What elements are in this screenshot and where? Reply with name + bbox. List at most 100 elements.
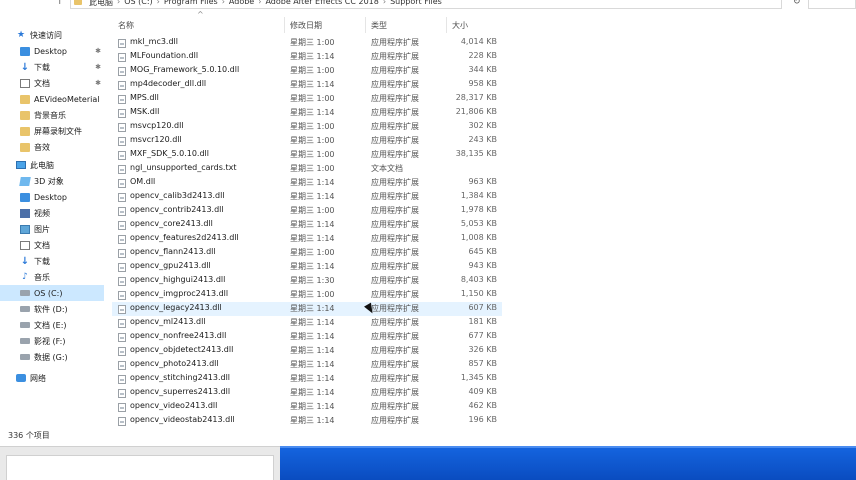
file-date: 星期三 1:00 [290,164,335,173]
column-divider[interactable] [365,17,366,33]
file-type: 文本文档 [371,164,403,173]
file-size: 677 KB [468,331,497,340]
column-type-header[interactable]: 类型 [371,20,387,31]
nav-item-pc[interactable]: 视频 [0,205,104,221]
column-divider[interactable] [284,17,285,33]
breadcrumb-item[interactable]: OS (C:) [124,0,152,8]
nav-item-quick[interactable]: AEVideoMeterial [0,91,104,107]
file-row[interactable]: opencv_objdetect2413.dll 星期三 1:14 应用程序扩展 32… [112,344,502,358]
nav-quick-access[interactable]: ★ 快速访问 [0,27,104,43]
file-row[interactable]: opencv_imgproc2413.dll 星期三 1:00 应用程序扩展 1,15… [112,288,502,302]
3d-objects-icon [19,176,31,186]
nav-item-pc[interactable]: 文档 (E:) [0,317,104,333]
up-arrow-icon[interactable]: ↑ [56,0,64,7]
pictures-icon [20,224,30,234]
nav-item-pc[interactable]: ♪ 音乐 [0,269,104,285]
nav-item-pc[interactable]: 图片 [0,221,104,237]
nav-item-pc[interactable]: OS (C:) [0,285,104,301]
breadcrumb-item[interactable]: Adobe [229,0,254,8]
file-row[interactable]: opencv_video2413.dll 星期三 1:14 应用程序扩展 462 KB [112,400,502,414]
dll-file-icon [118,207,126,216]
nav-item-quick[interactable]: 背景音乐 [0,107,104,123]
file-row[interactable]: mkl_mc3.dll 星期三 1:00 应用程序扩展 4,014 KB [112,36,502,50]
file-date: 星期三 1:14 [290,262,335,271]
file-row[interactable]: opencv_superres2413.dll 星期三 1:14 应用程序扩展 409… [112,386,502,400]
nav-item-label: 视频 [34,208,50,218]
nav-item-quick[interactable]: ↓ 下载 ✱ [0,59,104,75]
address-box[interactable]: 此电脑 › OS (C:) › Program Files › Adobe › Adobe Af… [70,0,782,9]
dll-file-icon [118,81,126,90]
file-row[interactable]: MPS.dll 星期三 1:00 应用程序扩展 28,317 KB [112,92,502,106]
file-row[interactable]: msvcp120.dll 星期三 1:00 应用程序扩展 302 KB [112,120,502,134]
file-row[interactable]: opencv_highgui2413.dll 星期三 1:30 应用程序扩展 8,40… [112,274,502,288]
file-row[interactable]: ngl_unsupported_cards.txt 星期三 1:00 文本文档 [112,162,502,176]
navigation-pane: ★ 快速访问 Desktop ✱ ↓ 下载 ✱ 文档 ✱ AEVideoMeterial 背景音乐屏… [0,22,104,422]
dll-file-icon [118,361,126,370]
file-row[interactable]: MLFoundation.dll 星期三 1:14 应用程序扩展 228 KB [112,50,502,64]
breadcrumb-item[interactable]: 此电脑 [89,0,113,8]
file-size: 181 KB [468,317,497,326]
dll-file-icon [118,137,126,146]
file-row[interactable]: opencv_flann2413.dll 星期三 1:00 应用程序扩展 645 KB [112,246,502,260]
column-name-header[interactable]: 名称 [118,20,134,31]
file-row[interactable]: opencv_contrib2413.dll 星期三 1:00 应用程序扩展 1,97… [112,204,502,218]
nav-item-quick[interactable]: 文档 ✱ [0,75,104,91]
nav-network[interactable]: 网络 [0,370,104,386]
file-row[interactable]: opencv_features2d2413.dll 星期三 1:14 应用程序扩展 1… [112,232,502,246]
file-row[interactable]: opencv_stitching2413.dll 星期三 1:14 应用程序扩展 1,… [112,372,502,386]
nav-item-pc[interactable]: 软件 (D:) [0,301,104,317]
nav-item-quick[interactable]: Desktop ✱ [0,43,104,59]
file-row[interactable]: MSK.dll 星期三 1:14 应用程序扩展 21,806 KB [112,106,502,120]
nav-item-pc[interactable]: ↓ 下载 [0,253,104,269]
nav-item-pc[interactable]: Desktop [0,189,104,205]
file-row[interactable]: msvcr120.dll 星期三 1:00 应用程序扩展 243 KB [112,134,502,148]
column-date-header[interactable]: 修改日期 [290,20,322,31]
file-row[interactable]: opencv_calib3d2413.dll 星期三 1:14 应用程序扩展 1,38… [112,190,502,204]
drive-icon [20,306,30,312]
search-input[interactable] [808,0,856,9]
file-name: opencv_objdetect2413.dll [130,345,234,354]
dll-file-icon [118,277,126,286]
file-name: MSK.dll [130,107,160,116]
file-date: 星期三 1:14 [290,360,335,369]
file-row[interactable]: opencv_ml2413.dll 星期三 1:14 应用程序扩展 181 KB [112,316,502,330]
breadcrumb-item[interactable]: Support Files [390,0,442,8]
file-type: 应用程序扩展 [371,290,419,299]
nav-item-quick[interactable]: 屏幕录制文件 [0,123,104,139]
nav-item-quick[interactable]: 音效 [0,139,104,155]
column-divider[interactable] [446,17,447,33]
file-date: 星期三 1:14 [290,234,335,243]
nav-item-pc[interactable]: 3D 对象 [0,173,104,189]
breadcrumb-item[interactable]: Program Files [164,0,218,8]
refresh-icon[interactable]: ↻ [793,0,801,7]
network-icon [16,374,26,382]
breadcrumb-item[interactable]: Adobe After Effects CC 2018 [265,0,378,8]
file-date: 星期三 1:14 [290,318,335,327]
nav-item-label: 音效 [34,142,50,152]
file-date: 星期三 1:00 [290,248,335,257]
file-row[interactable]: opencv_nonfree2413.dll 星期三 1:14 应用程序扩展 677 … [112,330,502,344]
file-row[interactable]: MOG_Framework_5.0.10.dll 星期三 1:00 应用程序扩展 34… [112,64,502,78]
file-row[interactable]: opencv_legacy2413.dll 星期三 1:14 应用程序扩展 607 K… [112,302,502,316]
pin-icon: ✱ [95,63,101,71]
file-size: 857 KB [468,359,497,368]
nav-item-label: AEVideoMeterial [34,94,100,104]
nav-item-pc[interactable]: 影视 (F:) [0,333,104,349]
file-row[interactable]: opencv_core2413.dll 星期三 1:14 应用程序扩展 5,053 K… [112,218,502,232]
drive-icon [20,290,30,296]
file-row[interactable]: mp4decoder_dll.dll 星期三 1:14 应用程序扩展 958 KB [112,78,502,92]
file-row[interactable]: opencv_gpu2413.dll 星期三 1:14 应用程序扩展 943 KB [112,260,502,274]
nav-item-pc[interactable]: 数据 (G:) [0,349,104,365]
nav-this-pc[interactable]: 此电脑 [0,157,104,173]
file-size: 21,806 KB [455,107,497,116]
nav-item-pc[interactable]: 文档 [0,237,104,253]
video-icon [20,208,30,218]
file-name: mkl_mc3.dll [130,37,178,46]
dll-file-icon [118,403,126,412]
file-row[interactable]: opencv_videostab2413.dll 星期三 1:14 应用程序扩展 19… [112,414,502,428]
file-row[interactable]: opencv_photo2413.dll 星期三 1:14 应用程序扩展 857 KB [112,358,502,372]
file-type: 应用程序扩展 [371,234,419,243]
file-row[interactable]: MXF_SDK_5.0.10.dll 星期三 1:00 应用程序扩展 38,135 K… [112,148,502,162]
file-row[interactable]: OM.dll 星期三 1:14 应用程序扩展 963 KB [112,176,502,190]
column-size-header[interactable]: 大小 [452,20,468,31]
